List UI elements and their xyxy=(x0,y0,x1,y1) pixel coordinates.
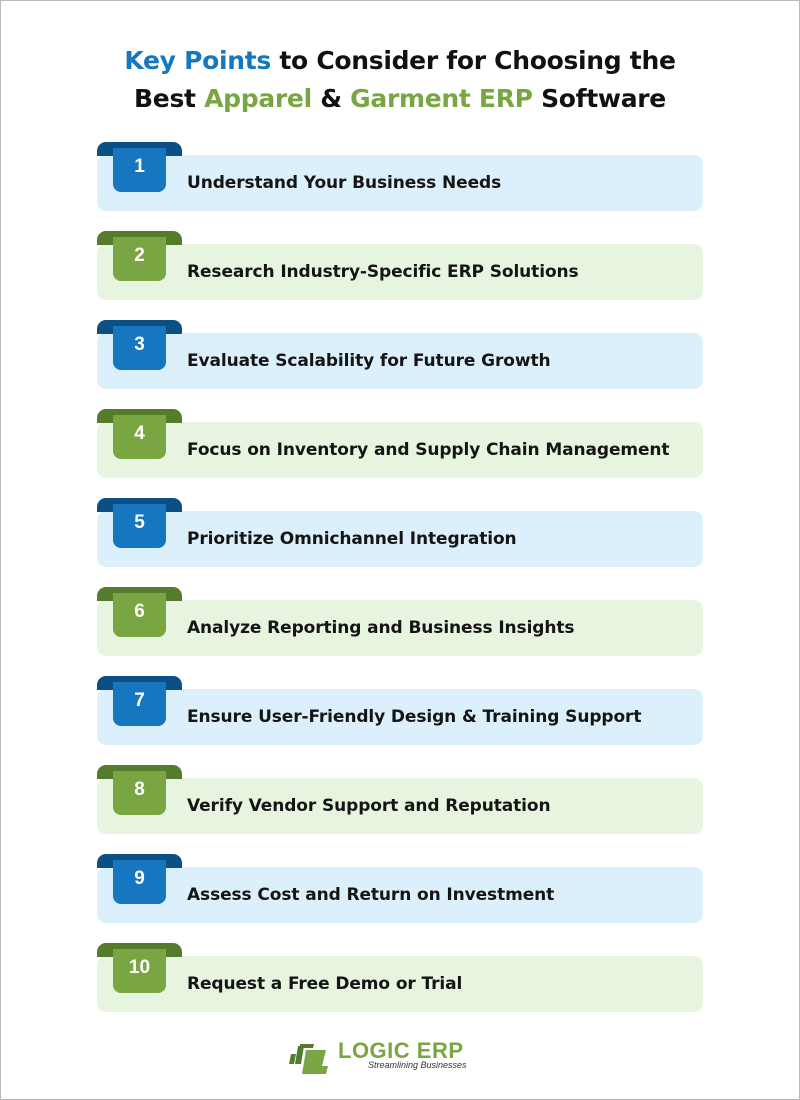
key-point-label: Ensure User-Friendly Design & Training S… xyxy=(187,707,642,727)
number-badge: 10 xyxy=(113,949,166,993)
title-highlight-apparel: Apparel xyxy=(204,84,312,113)
number-badge: 4 xyxy=(113,415,166,459)
key-point-label: Analyze Reporting and Business Insights xyxy=(187,618,575,638)
number-badge: 8 xyxy=(113,771,166,815)
title-highlight-garment-erp: Garment ERP xyxy=(350,84,533,113)
number-badge: 1 xyxy=(113,148,166,192)
key-point-item: 10 Request a Free Demo or Trial xyxy=(97,943,703,1012)
key-point-label: Understand Your Business Needs xyxy=(187,173,502,193)
logic-erp-logo-icon xyxy=(289,1044,328,1074)
key-point-label: Focus on Inventory and Supply Chain Mana… xyxy=(187,440,670,460)
key-point-label: Evaluate Scalability for Future Growth xyxy=(187,351,551,371)
number-badge: 9 xyxy=(113,860,166,904)
number-badge: 5 xyxy=(113,504,166,548)
key-point-item: 4 Focus on Inventory and Supply Chain Man… xyxy=(97,409,703,478)
number-badge: 6 xyxy=(113,593,166,637)
number-badge: 7 xyxy=(113,682,166,726)
key-point-label: Research Industry-Specific ERP Solutions xyxy=(187,262,579,282)
title-text: to Consider for Choosing the xyxy=(270,46,676,75)
key-point-label: Assess Cost and Return on Investment xyxy=(187,885,555,905)
key-point-item: 7 Ensure User-Friendly Design & Training … xyxy=(97,676,703,745)
key-point-item: 9 Assess Cost and Return on Investment xyxy=(97,854,703,923)
title-text: Best xyxy=(134,84,205,113)
key-point-label: Verify Vendor Support and Reputation xyxy=(187,796,551,816)
title-highlight-key-points: Key Points xyxy=(124,46,271,75)
title-line-2: Best Apparel & Garment ERP Software xyxy=(0,80,800,118)
key-point-item: 5 Prioritize Omnichannel Integration xyxy=(97,498,703,567)
key-point-item: 1 Understand Your Business Needs xyxy=(97,142,703,211)
page-title: Key Points to Consider for Choosing the … xyxy=(0,42,800,118)
number-badge: 3 xyxy=(113,326,166,370)
title-text: Software xyxy=(532,84,666,113)
key-point-label: Prioritize Omnichannel Integration xyxy=(187,529,517,549)
key-point-label: Request a Free Demo or Trial xyxy=(187,974,463,994)
title-line-1: Key Points to Consider for Choosing the xyxy=(0,42,800,80)
number-badge: 2 xyxy=(113,237,166,281)
logo-tagline: Streamlining Businesses xyxy=(368,1060,467,1070)
logo: LOGIC ERP Streamlining Businesses xyxy=(288,1038,518,1074)
title-text: & xyxy=(311,84,351,113)
key-point-item: 2 Research Industry-Specific ERP Solution… xyxy=(97,231,703,300)
key-point-item: 3 Evaluate Scalability for Future Growth xyxy=(97,320,703,389)
key-point-item: 8 Verify Vendor Support and Reputation xyxy=(97,765,703,834)
key-point-item: 6 Analyze Reporting and Business Insights xyxy=(97,587,703,656)
